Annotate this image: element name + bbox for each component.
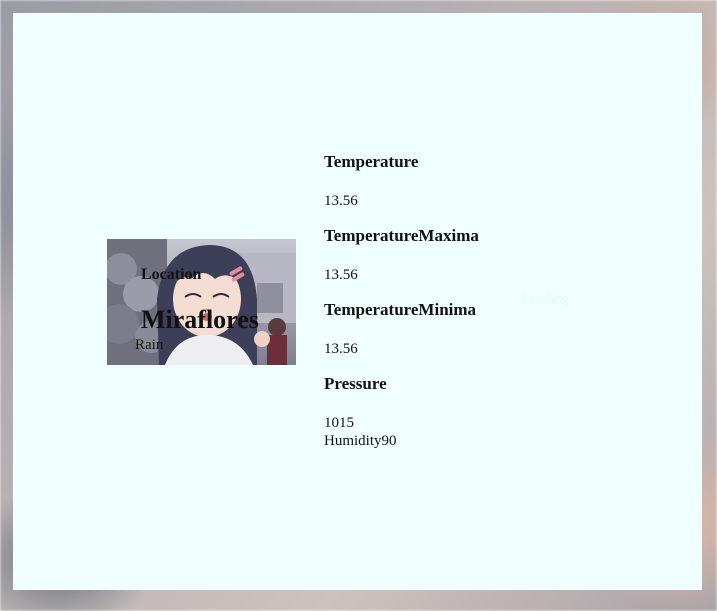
temperature-min-value: 13.56: [324, 341, 358, 357]
weather-stats: Temperature 13.56 TemperatureMaxima 13.5…: [324, 152, 624, 450]
temperature-max-value: 13.56: [324, 267, 358, 283]
location-label: Location: [141, 266, 202, 283]
humidity-row: Humidity90: [324, 432, 624, 450]
city-name: Miraflores: [141, 305, 259, 334]
pressure-label: Pressure: [324, 374, 387, 393]
weather-condition: Rain: [135, 337, 164, 353]
temperature-value: 13.56: [324, 193, 358, 209]
humidity-label: Humidity: [324, 433, 382, 449]
temperature-label: Temperature: [324, 152, 419, 171]
pressure-value: 1015: [324, 415, 354, 431]
temperature-max-label: TemperatureMaxima: [324, 226, 479, 245]
temperature-min-label: TemperatureMinima: [324, 300, 477, 319]
humidity-value: 90: [381, 433, 397, 449]
